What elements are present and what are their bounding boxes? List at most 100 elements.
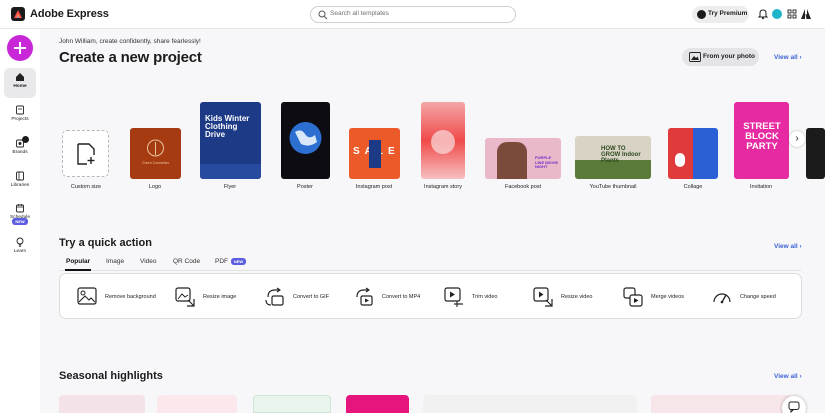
quick-action-label: Trim video (472, 294, 498, 300)
tab-image[interactable]: Image (106, 258, 124, 265)
tab-video[interactable]: Video (140, 258, 157, 265)
apps-grid-icon[interactable] (786, 8, 798, 20)
resize-image-icon (175, 287, 195, 307)
template-poster-card[interactable] (281, 102, 330, 179)
search-placeholder: Search all templates (330, 10, 389, 17)
schedule-icon (16, 204, 24, 213)
adobe-logo-icon[interactable] (800, 8, 812, 20)
seasonal-card[interactable] (157, 395, 237, 413)
sidebar-item-label: Projects (11, 117, 29, 122)
view-all-label: View all (774, 373, 798, 380)
sidebar-item-label: Learn (13, 249, 27, 254)
add-file-icon (77, 143, 95, 165)
help-chat-button[interactable] (782, 396, 806, 413)
seasonal-card[interactable] (346, 395, 409, 413)
template-label-logo: Logo (148, 184, 162, 190)
template-label-poster: Poster (297, 184, 313, 190)
facebook-post-template-text: PURPLE LINE MOVIE NIGHT (535, 155, 559, 169)
view-all-quick-actions-link[interactable]: View all › (774, 243, 802, 250)
sidebar: Home Projects Brands Libraries Schedule … (0, 29, 40, 413)
template-label-custom-size: Custom size (70, 184, 102, 190)
sidebar-item-label: Home (13, 84, 27, 89)
flyer-template-text: Kids Winter Clothing Drive (205, 114, 250, 139)
pdf-new-badge: NEW (231, 258, 246, 265)
quick-action-label: Remove background (105, 294, 156, 300)
projects-icon (16, 105, 24, 115)
view-all-label: View all (774, 54, 798, 61)
page-title: Create a new project (59, 49, 202, 66)
quick-action-label: Convert to GIF (293, 294, 330, 300)
quick-actions-panel (59, 273, 802, 319)
seasonal-card[interactable] (59, 395, 145, 413)
instagram-post-image (369, 140, 381, 168)
photo-icon (689, 52, 701, 62)
remove-background-icon (77, 287, 97, 305)
sidebar-item-projects[interactable]: Projects (4, 101, 36, 131)
libraries-icon (16, 171, 24, 181)
template-label-invitation: Invitation (749, 184, 772, 190)
convert-gif-icon (265, 287, 284, 306)
quick-action-title: Try a quick action (59, 237, 152, 249)
top-bar: Adobe Express Search all templates Try P… (0, 0, 825, 29)
quick-action-label: Merge videos (651, 294, 685, 300)
try-premium-label: Try Premium (708, 10, 748, 17)
sidebar-item-home[interactable]: Home (4, 68, 36, 98)
tab-popular[interactable]: Popular (66, 258, 90, 265)
templates-next-arrow-icon[interactable]: › (789, 131, 805, 147)
adobe-express-logo[interactable] (11, 7, 25, 21)
premium-crown-icon (697, 10, 706, 19)
sidebar-item-brands[interactable]: Brands (4, 134, 36, 164)
logo-template-thumbnail (147, 139, 164, 157)
avatar-icon[interactable] (771, 8, 783, 20)
collage-panel-blue (693, 128, 718, 179)
create-button[interactable] (7, 35, 33, 61)
template-label-instagram-story: Instagram story (424, 184, 462, 190)
plus-icon (14, 42, 26, 54)
seasonal-card[interactable] (253, 395, 331, 413)
template-label-youtube-thumbnail: YouTube thumbnail (589, 184, 637, 190)
template-instagram-post-card[interactable]: SALE (349, 128, 400, 179)
home-icon (16, 73, 24, 81)
merge-videos-icon (623, 287, 643, 307)
quick-action-label: Resize video (561, 294, 593, 300)
template-instagram-story-card[interactable] (421, 102, 465, 179)
quick-action-label: Convert to MP4 (382, 294, 421, 300)
search-input[interactable]: Search all templates (310, 6, 516, 23)
sidebar-item-learn[interactable]: Learn (4, 233, 36, 263)
greeting: John William, create confidently, share … (59, 38, 201, 45)
flyer-snow-decoration (200, 164, 261, 179)
view-all-label: View all (774, 243, 798, 250)
tab-pdf[interactable]: PDF (215, 258, 228, 265)
youtube-template-text: HOW TO GROW Indoor Plants (601, 146, 641, 164)
try-premium-button[interactable]: Try Premium (692, 6, 749, 23)
template-flyer-card[interactable]: Kids Winter Clothing Drive (200, 102, 261, 179)
template-invitation-card[interactable]: STREET BLOCK PARTY (734, 102, 789, 179)
trim-video-icon (444, 287, 463, 307)
template-logo-card[interactable]: Green Cosmetics (130, 128, 181, 179)
schedule-new-badge: NEW (12, 218, 28, 225)
from-your-photo-button[interactable]: From your photo (682, 48, 759, 66)
seasonal-highlights-title: Seasonal highlights (59, 370, 163, 382)
from-your-photo-label: From your photo (703, 53, 755, 60)
template-label-flyer: Flyer (223, 184, 237, 190)
active-tab-indicator (65, 269, 91, 271)
sidebar-item-libraries[interactable]: Libraries (4, 167, 36, 197)
custom-size-card[interactable] (62, 130, 109, 177)
poster-earth-thumbnail (289, 122, 322, 154)
template-collage-card[interactable] (668, 128, 718, 179)
view-all-seasonal-link[interactable]: View all › (774, 373, 802, 380)
sidebar-item-label: Libraries (10, 183, 30, 188)
template-label-facebook-post: Facebook post (504, 184, 542, 190)
view-all-templates-link[interactable]: View all › (774, 54, 802, 61)
collage-mic-icon (675, 153, 685, 167)
change-speed-icon (713, 293, 731, 304)
bell-icon[interactable] (757, 8, 769, 20)
template-youtube-thumbnail-card[interactable]: HOW TO GROW Indoor Plants (575, 136, 651, 179)
seasonal-card[interactable] (651, 395, 791, 413)
template-facebook-post-card[interactable]: PURPLE LINE MOVIE NIGHT (485, 138, 561, 179)
instagram-story-thumbnail (431, 130, 455, 154)
template-more-card[interactable] (806, 128, 825, 179)
seasonal-card[interactable] (423, 395, 637, 413)
tab-qr-code[interactable]: QR Code (173, 258, 200, 265)
logo-template-text: Green Cosmetics (141, 161, 170, 165)
